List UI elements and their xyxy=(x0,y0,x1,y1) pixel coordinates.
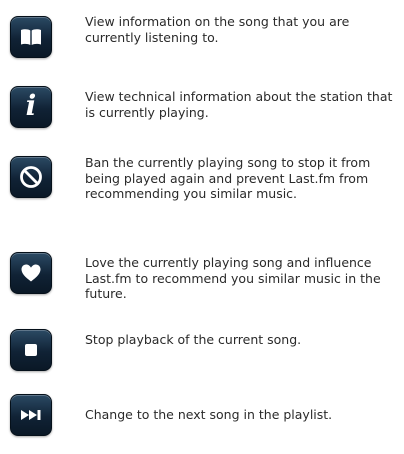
skip-next-icon xyxy=(21,410,41,420)
ban-button[interactable] xyxy=(10,156,52,198)
song-info-description: View information on the song that you ar… xyxy=(85,14,350,45)
song-info-button[interactable] xyxy=(10,16,52,58)
book-icon xyxy=(21,29,41,45)
info-icon: i xyxy=(25,89,37,122)
ban-icon xyxy=(20,166,42,188)
skip-description: Change to the next song in the playlist. xyxy=(85,407,333,422)
stop-description: Stop playback of the current song. xyxy=(85,332,302,347)
love-description: Love the currently playing song and infl… xyxy=(85,255,381,301)
station-info-description: View technical information about the sta… xyxy=(85,89,393,120)
love-button[interactable] xyxy=(10,252,52,294)
stop-button[interactable] xyxy=(10,329,52,371)
station-info-button[interactable]: i xyxy=(10,86,52,128)
skip-next-button[interactable] xyxy=(10,394,52,436)
heart-icon xyxy=(21,264,41,282)
ban-description: Ban the currently playing song to stop i… xyxy=(85,155,371,201)
button-legend: View information on the song that you ar… xyxy=(0,0,404,454)
stop-icon xyxy=(25,344,37,356)
